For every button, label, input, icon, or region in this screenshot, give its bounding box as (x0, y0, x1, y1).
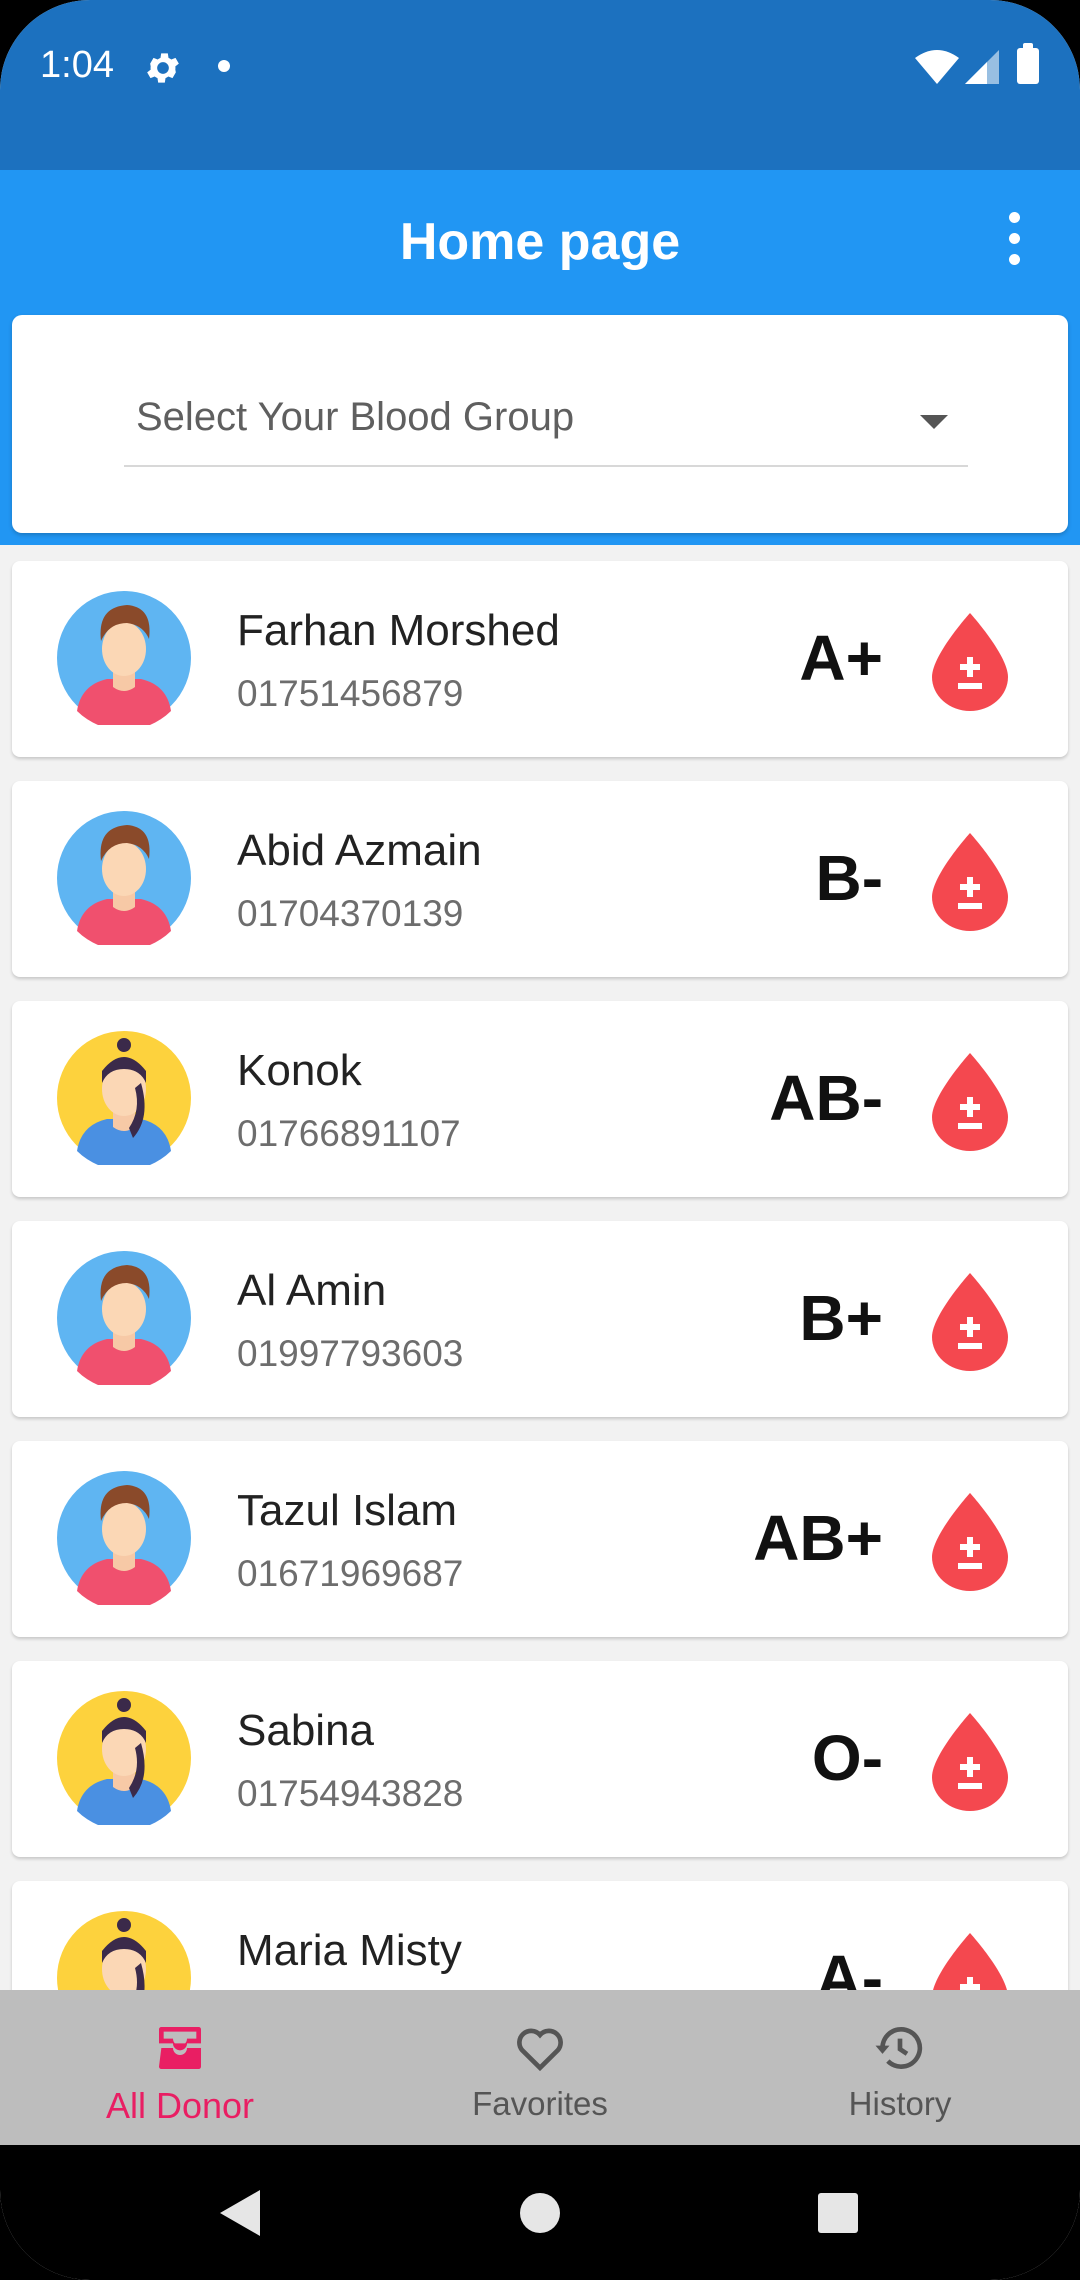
blood-group-dropdown[interactable]: Select Your Blood Group (124, 395, 968, 467)
male-avatar-icon (57, 1251, 191, 1391)
blood-group-label: B+ (799, 1282, 883, 1354)
dropdown-arrow-icon (920, 415, 948, 429)
donor-phone: 01751456879 (237, 673, 464, 714)
donor-card[interactable]: Maria Misty A- (12, 1881, 1068, 1990)
gear-icon (147, 53, 179, 83)
blood-group-label: A+ (799, 622, 883, 694)
donor-card[interactable]: Tazul Islam 01671969687 AB+ (12, 1441, 1068, 1637)
donor-phone: 01754943828 (237, 1773, 464, 1814)
donor-name: Abid Azmain (237, 826, 482, 875)
signal-icon (965, 50, 999, 84)
female-avatar-icon (57, 1691, 191, 1831)
blood-group-label: A- (815, 1942, 883, 1990)
donor-name: Sabina (237, 1706, 375, 1755)
male-avatar-icon (57, 1471, 191, 1611)
status-bar: 1:04 (0, 0, 1080, 170)
donor-phone: 01997793603 (237, 1333, 464, 1374)
blood-group-label: AB- (769, 1062, 883, 1134)
male-avatar-icon (57, 811, 191, 951)
donor-name: Tazul Islam (237, 1486, 458, 1535)
donor-name: Farhan Morshed (237, 606, 560, 655)
blood-drop-icon[interactable] (930, 1491, 1010, 1591)
blood-group-select-card: Select Your Blood Group (12, 315, 1068, 533)
nav-label-favorites: Favorites (472, 2085, 608, 2122)
female-avatar-icon (57, 1031, 191, 1171)
donor-phone: 01671969687 (237, 1553, 464, 1594)
history-icon (875, 2026, 923, 2069)
donor-card[interactable]: Al Amin 01997793603 B+ (12, 1221, 1068, 1417)
wifi-icon (915, 50, 959, 84)
blood-drop-icon[interactable] (930, 611, 1010, 711)
donor-card[interactable]: Sabina 01754943828 O- (12, 1661, 1068, 1857)
donor-name: Konok (237, 1046, 362, 1095)
blood-drop-icon[interactable] (930, 1051, 1010, 1151)
heart-icon (517, 2028, 563, 2072)
blood-drop-icon[interactable] (930, 1931, 1010, 1990)
nav-history[interactable]: History (720, 1990, 1080, 2145)
nav-label-all-donor: All Donor (105, 2085, 255, 2126)
page-title: Home page (399, 213, 681, 271)
blood-group-label: O- (811, 1722, 883, 1794)
donor-card[interactable]: Konok 01766891107 AB- (12, 1001, 1068, 1197)
male-avatar-icon (57, 591, 191, 731)
donor-list: Farhan Morshed 01751456879 A+ Abid Azmain 01… (0, 545, 1080, 1990)
back-icon[interactable] (220, 2190, 260, 2236)
blood-group-placeholder: Select Your Blood Group (136, 395, 575, 439)
blood-group-label: B- (815, 842, 883, 914)
blood-group-label: AB+ (753, 1502, 883, 1574)
donor-name: Maria Misty (237, 1926, 462, 1975)
nav-all-donor[interactable]: All Donor (0, 1990, 360, 2145)
donor-card[interactable]: Farhan Morshed 01751456879 A+ (12, 561, 1068, 757)
recents-icon[interactable] (818, 2193, 858, 2233)
donor-phone: 01766891107 (237, 1113, 461, 1154)
more-vert-icon[interactable] (998, 212, 1030, 272)
blood-drop-icon[interactable] (930, 1271, 1010, 1371)
status-time: 1:04 (40, 44, 114, 86)
notification-dot-icon (218, 60, 230, 72)
donor-phone: 01704370139 (237, 893, 464, 934)
donor-name: Al Amin (237, 1266, 387, 1315)
home-icon[interactable] (520, 2193, 560, 2233)
battery-icon (1017, 43, 1039, 84)
nav-label-history: History (848, 2085, 952, 2122)
bottom-navigation: All Donor Favorites History (0, 1990, 1080, 2145)
screen: 1:04 Home page Select Your Blood Group F… (0, 0, 1080, 2280)
donor-card[interactable]: Abid Azmain 01704370139 B- (12, 781, 1068, 977)
nav-favorites[interactable]: Favorites (360, 1990, 720, 2145)
system-navigation-bar (0, 2145, 1080, 2280)
blood-drop-icon[interactable] (930, 831, 1010, 931)
female-avatar-icon (57, 1911, 191, 1990)
blood-drop-icon[interactable] (930, 1711, 1010, 1811)
inbox-icon (159, 2027, 201, 2069)
